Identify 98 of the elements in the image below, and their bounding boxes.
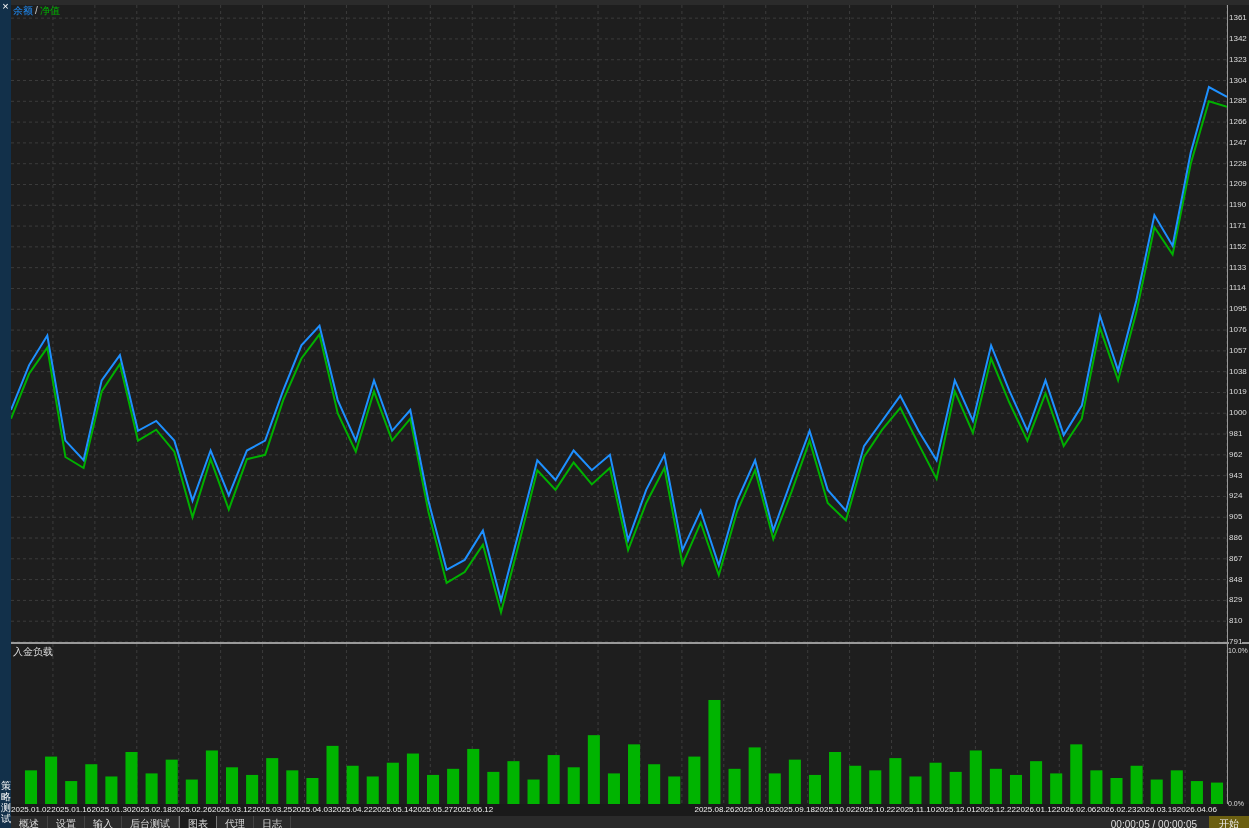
load-bar xyxy=(286,770,299,804)
load-bar xyxy=(306,778,319,804)
load-bar xyxy=(1190,781,1203,804)
load-bar xyxy=(1150,779,1163,804)
load-bar xyxy=(165,759,178,804)
load-bar xyxy=(829,752,842,804)
load-bar xyxy=(768,773,781,804)
tab[interactable]: 输入 xyxy=(85,816,122,828)
load-bar xyxy=(366,776,379,804)
load-bar xyxy=(205,750,218,804)
load-bar xyxy=(547,755,560,804)
date-label: 2025.05.14 xyxy=(372,804,413,816)
date-label: 2026.01.12 xyxy=(1016,804,1057,816)
load-bar xyxy=(266,758,279,804)
start-button[interactable]: 开始 xyxy=(1209,816,1249,828)
load-bar xyxy=(145,773,158,804)
load-bar xyxy=(1170,770,1183,804)
load-bar xyxy=(989,768,1002,804)
load-bar xyxy=(808,774,821,804)
load-bar xyxy=(427,774,440,804)
load-bar xyxy=(447,768,460,804)
load-bar xyxy=(1110,778,1123,804)
load-bar xyxy=(889,758,902,804)
date-label: 2025.10.22 xyxy=(855,804,896,816)
load-bar xyxy=(65,781,78,804)
date-label: 2025.03.25 xyxy=(252,804,293,816)
load-bar xyxy=(648,764,661,804)
date-label: 2025.02.18 xyxy=(131,804,172,816)
load-bar xyxy=(85,764,98,804)
load-bar xyxy=(1130,765,1143,804)
load-bar xyxy=(125,752,138,804)
load-bar xyxy=(527,779,540,804)
date-label: 2025.12.01 xyxy=(935,804,976,816)
legend-label: 净值 xyxy=(39,5,60,17)
load-bar xyxy=(628,744,641,804)
legend-separator: / xyxy=(35,5,38,17)
load-bar xyxy=(105,776,118,804)
load-bar xyxy=(748,747,761,804)
load-bar xyxy=(24,770,38,804)
load-bar xyxy=(607,773,620,804)
load-bar xyxy=(406,753,419,804)
date-label: 2026.02.23 xyxy=(1096,804,1137,816)
tab[interactable]: 图表 xyxy=(179,816,217,828)
load-bar xyxy=(849,765,862,804)
load-bar xyxy=(668,776,681,804)
tab[interactable]: 概述 xyxy=(11,816,48,828)
elapsed-time: 00:00:05 / 00:00:05 xyxy=(1110,818,1197,828)
load-bar xyxy=(386,762,399,804)
date-label: 2025.04.03 xyxy=(292,804,333,816)
tab[interactable]: 日志 xyxy=(254,816,291,828)
date-label: 2025.10.02 xyxy=(815,804,856,816)
load-bar xyxy=(487,771,500,804)
panel-title: 策略测试 xyxy=(0,780,11,824)
load-bar xyxy=(467,748,480,804)
load-bar xyxy=(688,756,701,804)
load-bar xyxy=(1009,774,1022,804)
load-bar xyxy=(587,735,600,804)
load-bar xyxy=(1030,761,1043,804)
load-bar xyxy=(185,779,198,804)
tab[interactable]: 代理 xyxy=(217,816,254,828)
load-bar xyxy=(507,761,520,804)
close-icon[interactable]: × xyxy=(2,0,9,12)
load-bar xyxy=(1050,773,1063,804)
date-label: 2025.08.26 xyxy=(694,804,735,816)
date-label: 2026.03.19 xyxy=(1136,804,1177,816)
date-label: 2026.02.06 xyxy=(1056,804,1097,816)
load-bar xyxy=(1210,782,1224,804)
date-label: 2025.04.22 xyxy=(332,804,373,816)
date-label: 2025.01.16 xyxy=(51,804,92,816)
legend-label: 余额 xyxy=(13,5,33,17)
load-bar xyxy=(45,756,58,804)
load-bar xyxy=(969,750,982,804)
load-bar xyxy=(567,767,580,804)
load-bar xyxy=(869,770,882,804)
date-label: 2025.09.18 xyxy=(774,804,815,816)
date-label: 2025.09.03 xyxy=(734,804,775,816)
load-bar xyxy=(788,759,801,804)
load-bar xyxy=(1070,744,1083,804)
tab[interactable]: 设置 xyxy=(48,816,85,828)
load-bar xyxy=(346,765,359,804)
date-label: 2025.02.26 xyxy=(171,804,212,816)
date-label: 2025.06.12 xyxy=(453,804,494,816)
chart-title: 入金负载 xyxy=(13,645,53,659)
date-label: 2025.12.22 xyxy=(975,804,1016,816)
load-bar xyxy=(909,776,922,804)
date-label: 2026.04.06 xyxy=(1176,804,1217,816)
load-bar xyxy=(728,768,741,804)
date-label: 2025.11.10 xyxy=(895,804,936,816)
load-bar xyxy=(929,762,942,804)
load-bar xyxy=(226,767,239,804)
load-bar xyxy=(949,771,962,804)
date-label: 2025.05.27 xyxy=(413,804,454,816)
date-label: 2025.03.12 xyxy=(212,804,253,816)
load-bar xyxy=(246,774,259,804)
load-bar xyxy=(1090,770,1103,804)
date-label: 2025.01.30 xyxy=(91,804,132,816)
load-bar xyxy=(326,745,339,804)
date-label: 2025.01.02 xyxy=(11,805,51,814)
